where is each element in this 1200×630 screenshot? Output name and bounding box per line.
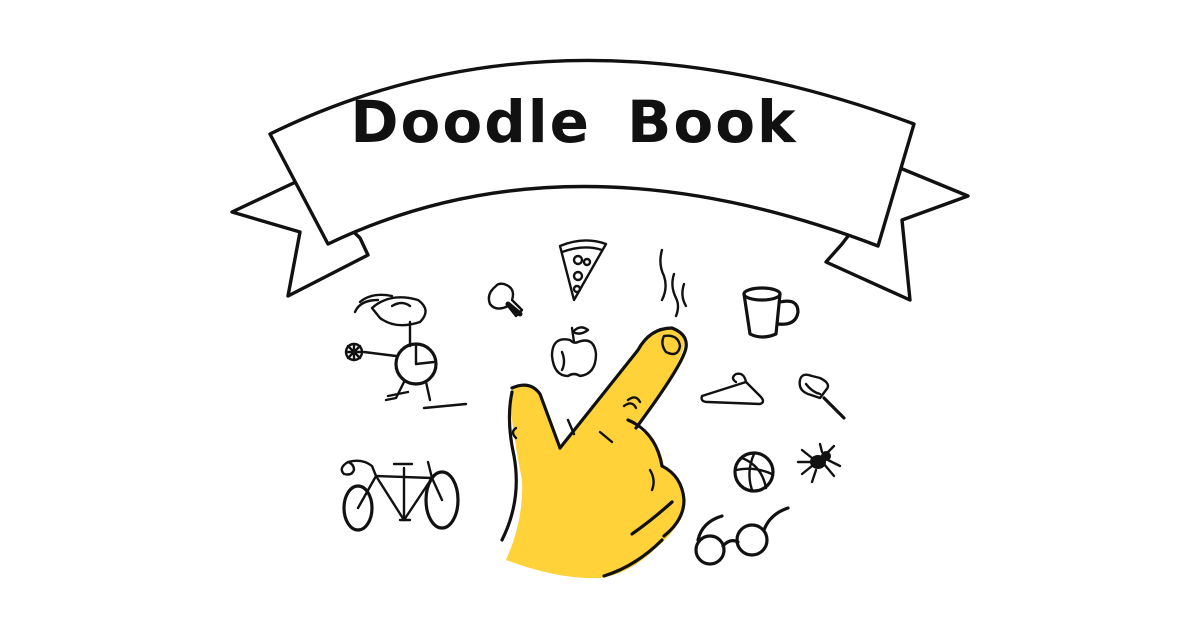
basketball-icon	[733, 451, 775, 493]
glasses-icon	[694, 506, 790, 566]
apple-icon	[550, 326, 598, 378]
bicycle-icon	[340, 459, 460, 532]
banner-title: Doodle Book	[350, 88, 798, 156]
push-pin-icon	[798, 373, 846, 420]
unicycle-rider-icon	[344, 293, 468, 410]
mug-icon	[742, 286, 800, 339]
steam-icon	[659, 248, 688, 318]
lightbulb-icon	[487, 282, 524, 318]
spider-icon	[796, 442, 842, 484]
pizza-slice-icon	[558, 239, 608, 302]
doodle-book-cover: Doodle Book	[0, 0, 1200, 630]
hanger-icon	[700, 372, 765, 406]
